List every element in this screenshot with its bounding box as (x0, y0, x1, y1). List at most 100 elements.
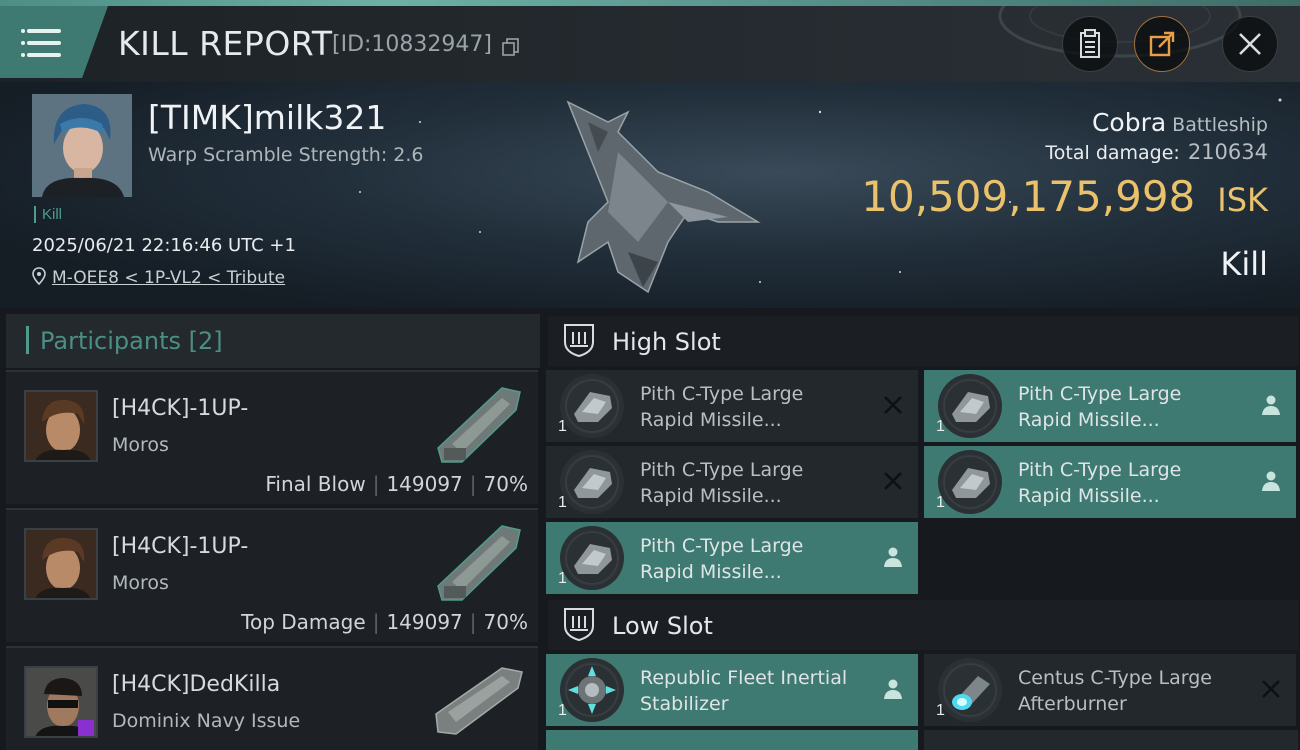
participants-header: Participants [2] (6, 314, 540, 368)
module-item[interactable]: 1 Republic Fleet Inertial Stabilizer (546, 654, 918, 726)
inertial-stabilizer-icon (560, 658, 624, 722)
participant-avatar (24, 390, 98, 462)
participant-stats: Top Damage | 149097 | 70% (241, 610, 528, 634)
module-name-line1: Pith C-Type Large (640, 459, 804, 481)
warp-scramble-strength: Warp Scramble Strength: 2.6 (148, 144, 424, 166)
victim-ship-image (566, 100, 761, 294)
missile-launcher-icon (560, 526, 624, 590)
person-icon (1262, 395, 1280, 415)
module-name: Pith C-Type Large Rapid Missile... (640, 381, 872, 433)
module-item[interactable]: 1 Pith C-Type Large Rapid Missile... (924, 370, 1296, 442)
x-mark-icon (884, 472, 902, 490)
close-icon (1239, 33, 1261, 55)
participant-avatar (24, 666, 98, 738)
module-qty: 1 (558, 570, 567, 587)
victim-summary-panel: [TIMK]milk321 Warp Scramble Strength: 2.… (0, 82, 1300, 308)
participant-damage: 149097 (386, 472, 463, 496)
copy-icon[interactable] (502, 38, 520, 56)
module-name-line2: Rapid Missile... (1018, 409, 1160, 431)
module-name: Pith C-Type Large Rapid Missile... (1018, 381, 1250, 433)
kill-id: [ID:10832947] (332, 32, 492, 57)
module-qty: 1 (558, 702, 567, 719)
victim-portrait-image (32, 94, 132, 197)
kill-tag: Kill (34, 206, 62, 223)
location-link[interactable]: M-OEE8 < 1P-VL2 < Tribute (52, 268, 285, 288)
participant-ship-image (437, 387, 521, 463)
kill-report-screen: KILL REPORT [ID:10832947] [TIMK]milk321 … (0, 0, 1300, 750)
participants-title: Participants [2] (40, 327, 223, 355)
participant-percent: 70% (483, 610, 528, 634)
shield-slot-icon (564, 324, 594, 358)
participant-portrait (26, 530, 96, 598)
module-item[interactable]: 1 Pith C-Type Large Rapid Missile... (924, 446, 1296, 518)
participant-name: [H4CK]DedKilla (112, 672, 281, 697)
module-name-line1: Pith C-Type Large (640, 383, 804, 405)
module-name-line1: Republic Fleet Inertial (640, 667, 848, 689)
x-mark-icon (1262, 680, 1280, 698)
module-item-partial (924, 730, 1298, 750)
module-name-line1: Centus C-Type Large (1018, 667, 1212, 689)
participant-ship: Dominix Navy Issue (112, 710, 301, 732)
module-name-line1: Pith C-Type Large (1018, 459, 1182, 481)
share-button[interactable] (1134, 16, 1190, 72)
kill-location[interactable]: M-OEE8 < 1P-VL2 < Tribute (32, 267, 285, 288)
share-icon (1149, 31, 1175, 57)
participant-stats: Final Blow | 149097 | 70% (265, 472, 528, 496)
clipboard-button[interactable] (1062, 16, 1118, 72)
participant-damage: 149097 (386, 610, 463, 634)
module-qty: 1 (936, 702, 945, 719)
victim-pilot-name[interactable]: [TIMK]milk321 (148, 98, 386, 137)
isk-value: 10,509,175,998 ISK (861, 172, 1268, 221)
missile-launcher-icon (560, 450, 624, 514)
total-damage: Total damage: 210634 (1045, 140, 1268, 164)
module-name-line2: Rapid Missile... (1018, 485, 1160, 507)
isk-amount: 10,509,175,998 (861, 172, 1196, 221)
module-qty: 1 (936, 418, 945, 435)
participants-count: [2] (188, 327, 223, 355)
high-slot-header: High Slot (548, 316, 1298, 366)
module-name-line2: Rapid Missile... (640, 561, 782, 583)
high-slot-title: High Slot (612, 328, 721, 356)
participant-portrait (26, 392, 96, 460)
participant-ship: Moros (112, 434, 169, 456)
module-name-line2: Rapid Missile... (640, 409, 782, 431)
participant-avatar (24, 528, 98, 600)
module-name-line2: Stabilizer (640, 693, 729, 715)
low-slot-header: Low Slot (548, 600, 1298, 650)
module-qty: 1 (558, 494, 567, 511)
clipboard-icon (1080, 29, 1100, 58)
person-icon (1262, 471, 1280, 491)
victim-ship-name: Cobra (1091, 108, 1167, 137)
module-item[interactable]: 1 Centus C-Type Large Afterburner (924, 654, 1296, 726)
total-damage-label: Total damage: (1045, 142, 1180, 164)
missile-launcher-icon (560, 374, 624, 438)
module-item[interactable]: 1 Pith C-Type Large Rapid Missile... (546, 522, 918, 594)
participant-portrait (26, 668, 96, 736)
person-icon (884, 679, 902, 699)
module-name: Republic Fleet Inertial Stabilizer (640, 665, 872, 717)
participant-ship: Moros (112, 572, 169, 594)
missile-launcher-icon (938, 450, 1002, 514)
module-name-line2: Afterburner (1018, 693, 1127, 715)
module-item-partial (546, 730, 918, 750)
module-name-line1: Pith C-Type Large (640, 535, 804, 557)
location-pin-icon (32, 267, 46, 286)
module-name: Pith C-Type Large Rapid Missile... (640, 533, 872, 585)
person-icon (884, 547, 902, 567)
participant-name: [H4CK]-1UP- (112, 396, 249, 421)
participant-ship-image (435, 667, 523, 735)
module-qty: 1 (558, 418, 567, 435)
afterburner-icon (938, 658, 1002, 722)
participant-role: Final Blow (265, 472, 366, 496)
participant-card[interactable]: [H4CK]-1UP- Moros Final Blow | 149097 | 70% (6, 370, 538, 504)
module-item[interactable]: 1 Pith C-Type Large Rapid Missile... (546, 370, 918, 442)
participants-accent (26, 326, 29, 354)
close-button[interactable] (1222, 16, 1278, 72)
victim-ship-class: Battleship (1172, 114, 1268, 136)
participant-card[interactable]: [H4CK]DedKilla Dominix Navy Issue (6, 646, 538, 750)
victim-portrait[interactable] (32, 94, 132, 197)
victim-ship[interactable]: Cobra Battleship (1092, 108, 1268, 137)
module-item[interactable]: 1 Pith C-Type Large Rapid Missile... (546, 446, 918, 518)
participant-card[interactable]: [H4CK]-1UP- Moros Top Damage | 149097 | 70% (6, 508, 538, 642)
low-slot-title: Low Slot (612, 612, 713, 640)
